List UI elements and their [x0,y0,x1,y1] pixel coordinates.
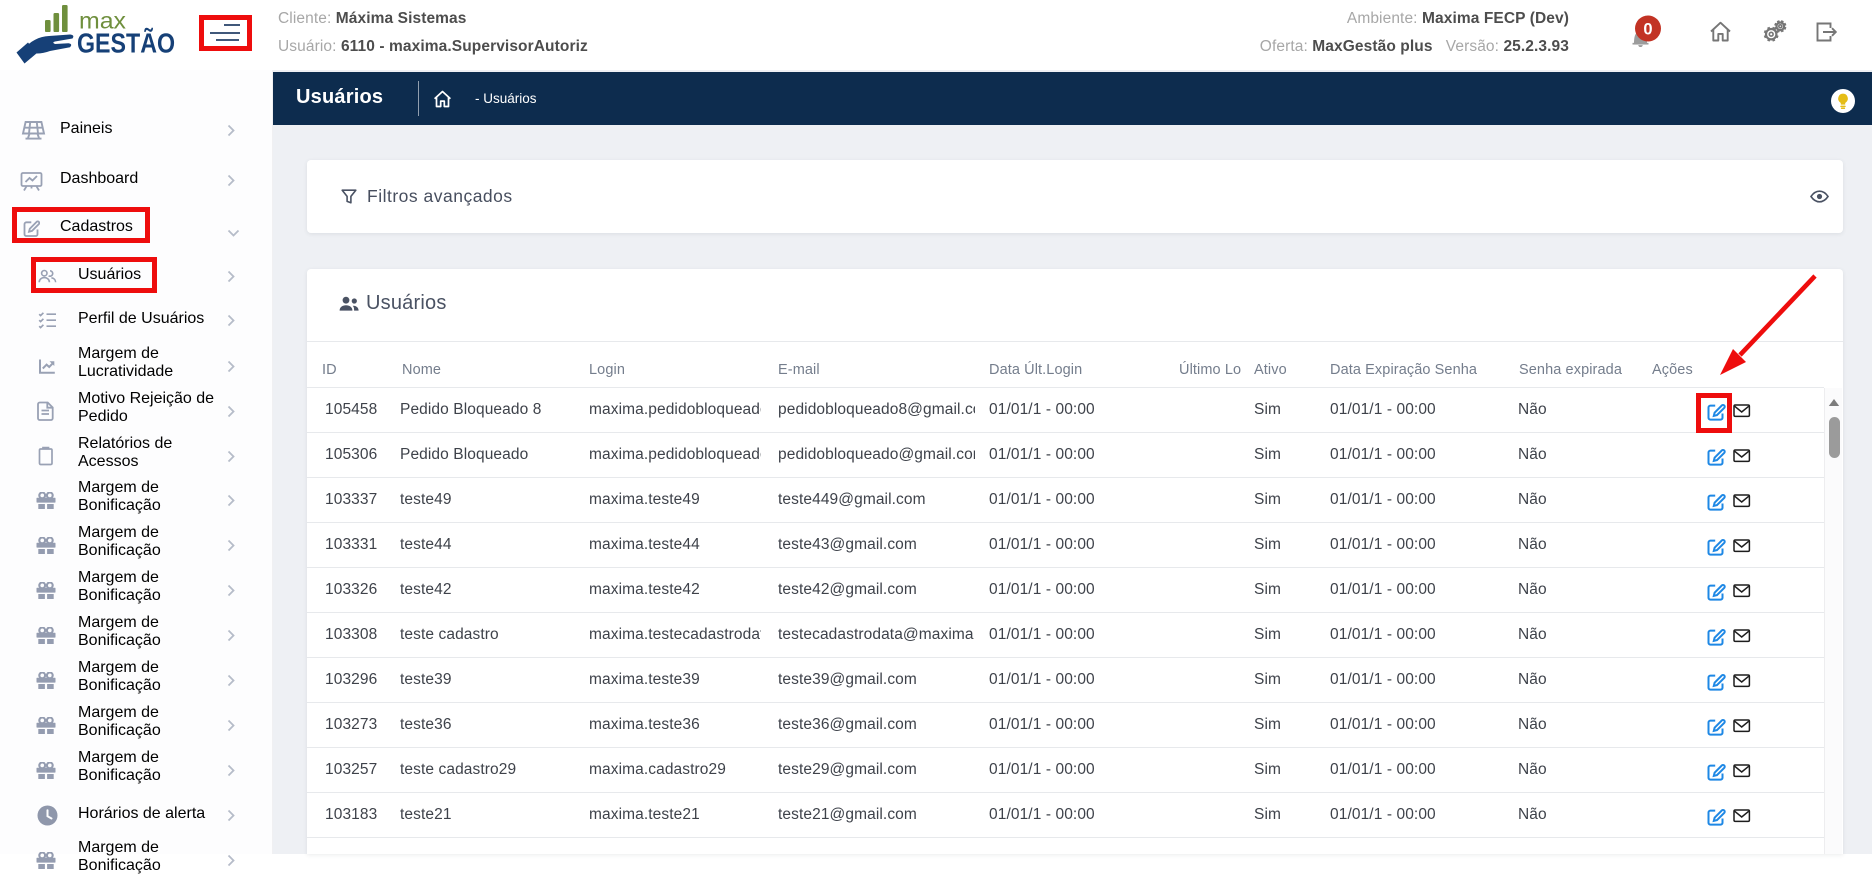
svg-text:0: 0 [1643,20,1652,38]
svg-text:GESTÃO: GESTÃO [77,28,175,59]
